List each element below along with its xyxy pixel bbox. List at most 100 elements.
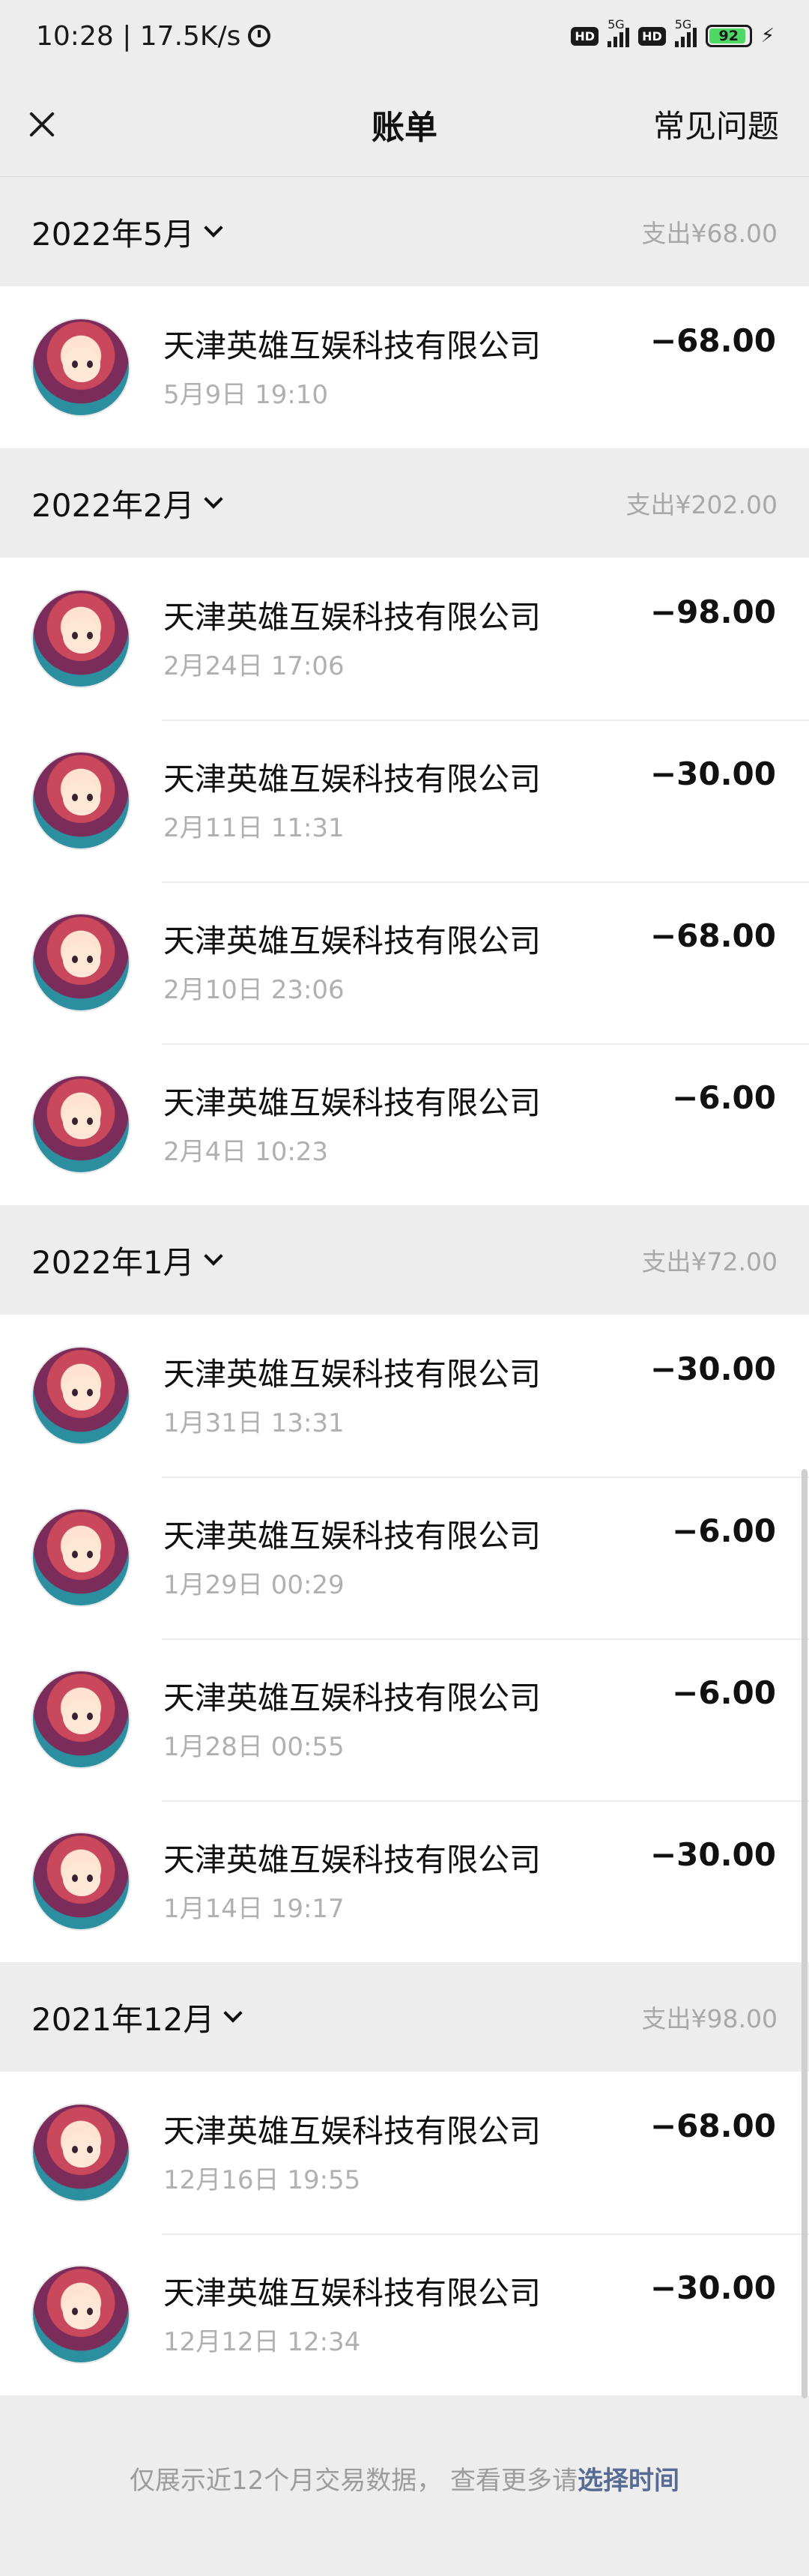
nav-bar: 账单 常见问题 — [0, 72, 809, 177]
status-right: HD 5G HD 5G 92 ⚡ — [571, 17, 775, 47]
transaction-list: 天津英雄互娱科技有限公司 2月24日 17:06 −98.00 天津英雄互娱科技有限公… — [0, 558, 809, 1205]
month-label: 2022年5月 — [31, 215, 195, 253]
bill-sections: 2022年5月 支出¥68.00 天津英雄互娱科技有限公司 5月9日 19:10 −68… — [0, 177, 809, 2395]
month-label: 2022年2月 — [31, 486, 195, 524]
bill-page: 10:28 | 17.5K/s HD 5G HD 5G 92 ⚡ 账单 常见问题… — [0, 0, 809, 2576]
signal-bar — [625, 28, 630, 47]
merchant-avatar — [31, 751, 130, 850]
signal-bar — [674, 41, 679, 47]
transaction-amount: −30.00 — [649, 755, 776, 792]
merchant-avatar — [31, 1670, 130, 1769]
signal-icon-1: 5G — [607, 17, 630, 47]
transaction-amount: −68.00 — [649, 2108, 776, 2144]
select-time-link[interactable]: 选择时间 — [578, 2460, 679, 2497]
chevron-down-icon — [203, 1246, 223, 1266]
transaction-time: 2月4日 10:23 — [163, 1137, 329, 1167]
network-speed: 17.5K/s — [139, 20, 241, 52]
merchant-avatar — [31, 913, 130, 1012]
month-label: 2021年12月 — [31, 2000, 215, 2038]
month-total: 支出¥202.00 — [625, 490, 778, 519]
transaction-list: 天津英雄互娱科技有限公司 1月31日 13:31 −30.00 天津英雄互娱科技有限公… — [0, 1315, 809, 1962]
month-total: 支出¥98.00 — [641, 2004, 778, 2033]
signal-icon-2: 5G — [674, 17, 697, 47]
transaction-row[interactable]: 天津英雄互娱科技有限公司 5月9日 19:10 −68.00 — [0, 286, 809, 448]
battery-icon: 92 — [705, 25, 752, 47]
transaction-time: 1月29日 00:29 — [163, 1570, 345, 1600]
transaction-row[interactable]: 天津英雄互娱科技有限公司 1月28日 00:55 −6.00 — [0, 1638, 809, 1800]
transaction-time: 2月11日 11:31 — [163, 813, 345, 843]
transaction-time: 1月14日 19:17 — [163, 1894, 345, 1924]
transaction-row[interactable]: 天津英雄互娱科技有限公司 1月14日 19:17 −30.00 — [0, 1800, 809, 1962]
month-selector[interactable]: 2022年1月 — [31, 1237, 223, 1283]
merchant-avatar — [31, 318, 130, 417]
close-icon[interactable] — [22, 106, 60, 143]
month-header: 2022年5月 支出¥68.00 — [0, 177, 809, 286]
transaction-row[interactable]: 天津英雄互娱科技有限公司 2月10日 23:06 −68.00 — [0, 881, 809, 1043]
transaction-time: 2月24日 17:06 — [163, 651, 345, 681]
signal-bar — [619, 32, 624, 47]
transaction-amount: −6.00 — [672, 1674, 776, 1711]
alarm-icon — [248, 25, 271, 47]
transaction-time: 12月12日 12:34 — [163, 2327, 361, 2357]
transaction-list: 天津英雄互娱科技有限公司 12月16日 19:55 −68.00 天津英雄互娱科技有限… — [0, 2072, 809, 2395]
transaction-time: 1月28日 00:55 — [163, 1732, 345, 1762]
battery-level: 92 — [718, 28, 739, 44]
transaction-list: 天津英雄互娱科技有限公司 5月9日 19:10 −68.00 — [0, 286, 809, 448]
merchant-avatar — [31, 2103, 130, 2202]
transaction-row[interactable]: 天津英雄互娱科技有限公司 2月11日 11:31 −30.00 — [0, 720, 809, 881]
month-total: 支出¥68.00 — [641, 219, 778, 248]
chevron-down-icon — [223, 2003, 243, 2023]
month-label: 2022年1月 — [31, 1243, 195, 1281]
footer-text: 仅展示近12个月交易数据， 查看更多请 — [129, 2465, 578, 2496]
status-time: 10:28 — [36, 20, 114, 52]
merchant-avatar — [31, 589, 130, 688]
status-divider: | — [113, 20, 140, 52]
merchant-avatar — [31, 1832, 130, 1931]
signal-bar — [686, 32, 691, 47]
merchant-avatar — [31, 2265, 130, 2364]
signal-bar — [607, 41, 612, 47]
transaction-amount: −68.00 — [649, 917, 776, 954]
transaction-amount: −6.00 — [672, 1512, 776, 1549]
charging-icon: ⚡ — [760, 25, 775, 47]
network-type-1: 5G — [607, 17, 625, 31]
month-total: 支出¥72.00 — [641, 1247, 778, 1276]
month-header: 2022年1月 支出¥72.00 — [0, 1205, 809, 1315]
transaction-row[interactable]: 天津英雄互娱科技有限公司 2月24日 17:06 −98.00 — [0, 558, 809, 720]
hd-badge-2: HD — [638, 26, 666, 46]
transaction-amount: −6.00 — [672, 1079, 776, 1116]
hd-badge-1: HD — [571, 26, 599, 46]
chevron-down-icon — [203, 218, 223, 238]
transaction-row[interactable]: 天津英雄互娱科技有限公司 12月12日 12:34 −30.00 — [0, 2233, 809, 2395]
transaction-amount: −68.00 — [649, 322, 776, 359]
month-selector[interactable]: 2022年2月 — [31, 480, 223, 526]
transaction-row[interactable]: 天津英雄互娱科技有限公司 1月31日 13:31 −30.00 — [0, 1315, 809, 1476]
transaction-amount: −30.00 — [649, 2269, 776, 2306]
footer-note: 仅展示近12个月交易数据， 查看更多请 选择时间 — [0, 2395, 809, 2560]
transaction-time: 5月9日 19:10 — [163, 380, 329, 410]
month-header: 2022年2月 支出¥202.00 — [0, 448, 809, 558]
status-bar: 10:28 | 17.5K/s HD 5G HD 5G 92 ⚡ — [0, 0, 809, 72]
transaction-amount: −98.00 — [649, 594, 776, 630]
transaction-time: 2月10日 23:06 — [163, 975, 345, 1005]
signal-bar — [680, 37, 685, 47]
network-type-2: 5G — [674, 17, 692, 31]
merchant-avatar — [31, 1508, 130, 1607]
month-selector[interactable]: 2022年5月 — [31, 209, 223, 255]
transaction-time: 12月16日 19:55 — [163, 2165, 361, 2195]
transaction-time: 1月31日 13:31 — [163, 1408, 345, 1438]
month-header: 2021年12月 支出¥98.00 — [0, 1962, 809, 2072]
status-left: 10:28 | 17.5K/s — [36, 20, 271, 52]
signal-bar — [692, 28, 697, 47]
signal-bar — [613, 37, 618, 47]
month-selector[interactable]: 2021年12月 — [31, 1994, 243, 2040]
transaction-row[interactable]: 天津英雄互娱科技有限公司 2月4日 10:23 −6.00 — [0, 1043, 809, 1205]
merchant-avatar — [31, 1075, 130, 1174]
transaction-amount: −30.00 — [649, 1351, 776, 1387]
transaction-row[interactable]: 天津英雄互娱科技有限公司 12月16日 19:55 −68.00 — [0, 2072, 809, 2233]
scrollbar[interactable] — [802, 1469, 808, 2398]
transaction-row[interactable]: 天津英雄互娱科技有限公司 1月29日 00:29 −6.00 — [0, 1476, 809, 1638]
faq-button[interactable]: 常见问题 — [653, 101, 779, 147]
transaction-amount: −30.00 — [649, 1836, 776, 1873]
chevron-down-icon — [203, 489, 223, 509]
